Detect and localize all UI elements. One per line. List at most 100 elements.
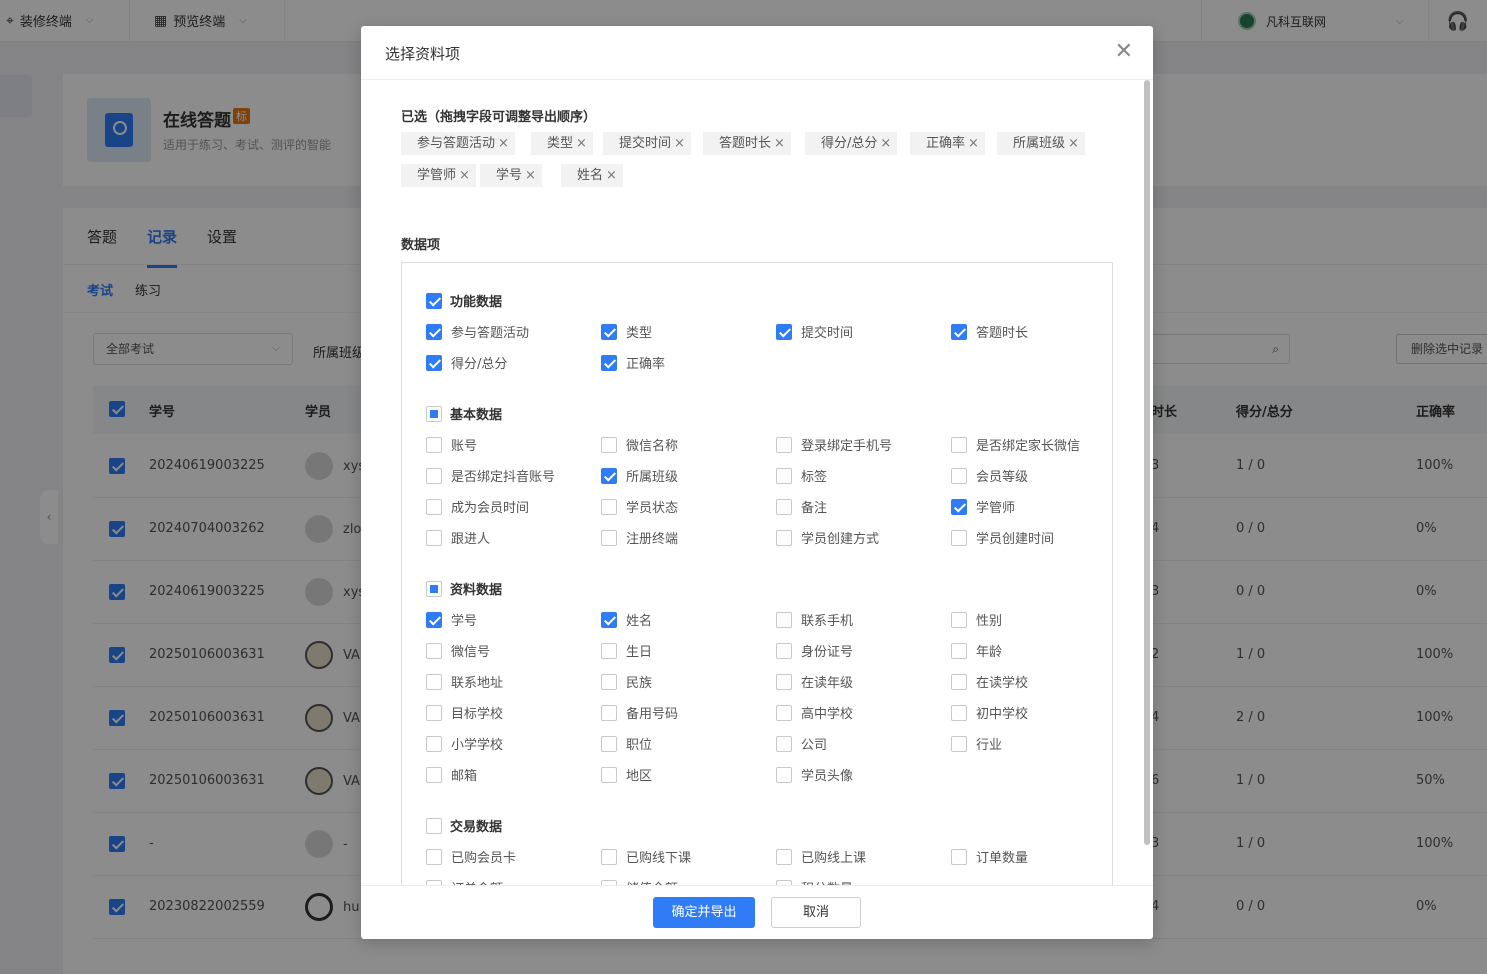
field-option[interactable]: 在读年级 [776,672,853,691]
field-option[interactable]: 学员状态 [601,497,678,516]
field-checkbox[interactable] [426,674,442,690]
field-checkbox[interactable] [601,705,617,721]
field-checkbox[interactable] [776,767,792,783]
field-option[interactable]: 生日 [601,641,652,660]
field-checkbox[interactable] [426,499,442,515]
field-checkbox[interactable] [601,674,617,690]
group-checkbox[interactable] [426,818,442,834]
field-checkbox[interactable] [601,499,617,515]
group-title[interactable]: 交易数据 [426,816,502,835]
field-checkbox[interactable] [601,643,617,659]
selected-chip[interactable]: 提交时间 × [603,132,691,155]
field-checkbox[interactable] [426,736,442,752]
group-title[interactable]: 基本数据 [426,404,502,423]
group-checkbox[interactable] [426,581,442,597]
field-option[interactable]: 目标学校 [426,703,503,722]
remove-chip-icon[interactable]: × [968,136,979,151]
group-title[interactable]: 资料数据 [426,579,502,598]
field-option[interactable]: 微信名称 [601,435,678,454]
field-option[interactable]: 登录绑定手机号 [776,435,892,454]
field-option[interactable]: 公司 [776,734,827,753]
field-option[interactable]: 小学学校 [426,734,503,753]
confirm-export-button[interactable]: 确定并导出 [653,897,755,928]
field-checkbox[interactable] [776,499,792,515]
field-checkbox[interactable] [776,530,792,546]
remove-chip-icon[interactable]: × [674,136,685,151]
field-checkbox[interactable] [951,674,967,690]
group-checkbox[interactable] [426,293,442,309]
field-option[interactable]: 学员头像 [776,765,853,784]
field-checkbox[interactable] [426,705,442,721]
field-option[interactable]: 会员等级 [951,466,1028,485]
remove-chip-icon[interactable]: × [498,136,509,151]
field-option[interactable]: 在读学校 [951,672,1028,691]
field-checkbox[interactable] [426,355,442,371]
field-checkbox[interactable] [951,324,967,340]
field-checkbox[interactable] [951,468,967,484]
field-option[interactable]: 跟进人 [426,528,490,547]
field-option[interactable]: 姓名 [601,610,652,629]
field-checkbox[interactable] [426,437,442,453]
field-option[interactable]: 参与答题活动 [426,322,529,341]
field-checkbox[interactable] [426,324,442,340]
field-checkbox[interactable] [426,849,442,865]
field-option[interactable]: 已购会员卡 [426,847,516,866]
field-option[interactable]: 职位 [601,734,652,753]
field-option[interactable]: 是否绑定家长微信 [951,435,1080,454]
field-checkbox[interactable] [951,705,967,721]
field-checkbox[interactable] [776,705,792,721]
field-checkbox[interactable] [951,437,967,453]
field-option[interactable]: 性别 [951,610,1002,629]
field-checkbox[interactable] [601,736,617,752]
field-checkbox[interactable] [776,736,792,752]
field-checkbox[interactable] [951,849,967,865]
selected-chip[interactable]: 所属班级 × [997,132,1085,155]
selected-chip[interactable]: 姓名 × [561,164,623,187]
field-option[interactable]: 积分数量 [776,878,853,885]
field-option[interactable]: 订单数量 [951,847,1028,866]
field-checkbox[interactable] [601,612,617,628]
field-checkbox[interactable] [426,468,442,484]
field-option[interactable]: 学员创建方式 [776,528,879,547]
field-option[interactable]: 所属班级 [601,466,678,485]
field-checkbox[interactable] [776,324,792,340]
field-checkbox[interactable] [601,468,617,484]
selected-chip[interactable]: 参与答题活动 × [401,132,515,155]
field-checkbox[interactable] [776,849,792,865]
selected-chip[interactable]: 答题时长 × [703,132,791,155]
remove-chip-icon[interactable]: × [774,136,785,151]
field-option[interactable]: 已购线上课 [776,847,866,866]
group-checkbox[interactable] [426,406,442,422]
field-checkbox[interactable] [951,530,967,546]
field-checkbox[interactable] [426,612,442,628]
field-checkbox[interactable] [776,468,792,484]
field-checkbox[interactable] [951,499,967,515]
field-option[interactable]: 备用号码 [601,703,678,722]
field-option[interactable]: 地区 [601,765,652,784]
field-option[interactable]: 民族 [601,672,652,691]
field-option[interactable]: 储值余额 [601,878,678,885]
close-icon[interactable]: ✕ [1115,40,1133,64]
remove-chip-icon[interactable]: × [606,168,617,183]
scrollbar[interactable] [1144,80,1150,845]
field-option[interactable]: 联系地址 [426,672,503,691]
field-option[interactable]: 得分/总分 [426,353,507,372]
field-option[interactable]: 初中学校 [951,703,1028,722]
field-option[interactable]: 联系手机 [776,610,853,629]
group-title[interactable]: 功能数据 [426,291,502,310]
field-option[interactable]: 学员创建时间 [951,528,1054,547]
remove-chip-icon[interactable]: × [459,168,470,183]
field-checkbox[interactable] [426,530,442,546]
remove-chip-icon[interactable]: × [525,168,536,183]
field-option[interactable]: 答题时长 [951,322,1028,341]
field-option[interactable]: 备注 [776,497,827,516]
remove-chip-icon[interactable]: × [1068,136,1079,151]
field-option[interactable]: 注册终端 [601,528,678,547]
selected-chip[interactable]: 学管师 × [401,164,476,187]
field-checkbox[interactable] [776,643,792,659]
field-option[interactable]: 订单金额 [426,878,503,885]
cancel-button[interactable]: 取消 [771,897,861,928]
field-option[interactable]: 邮箱 [426,765,477,784]
field-checkbox[interactable] [601,355,617,371]
selected-chip[interactable]: 正确率 × [910,132,985,155]
